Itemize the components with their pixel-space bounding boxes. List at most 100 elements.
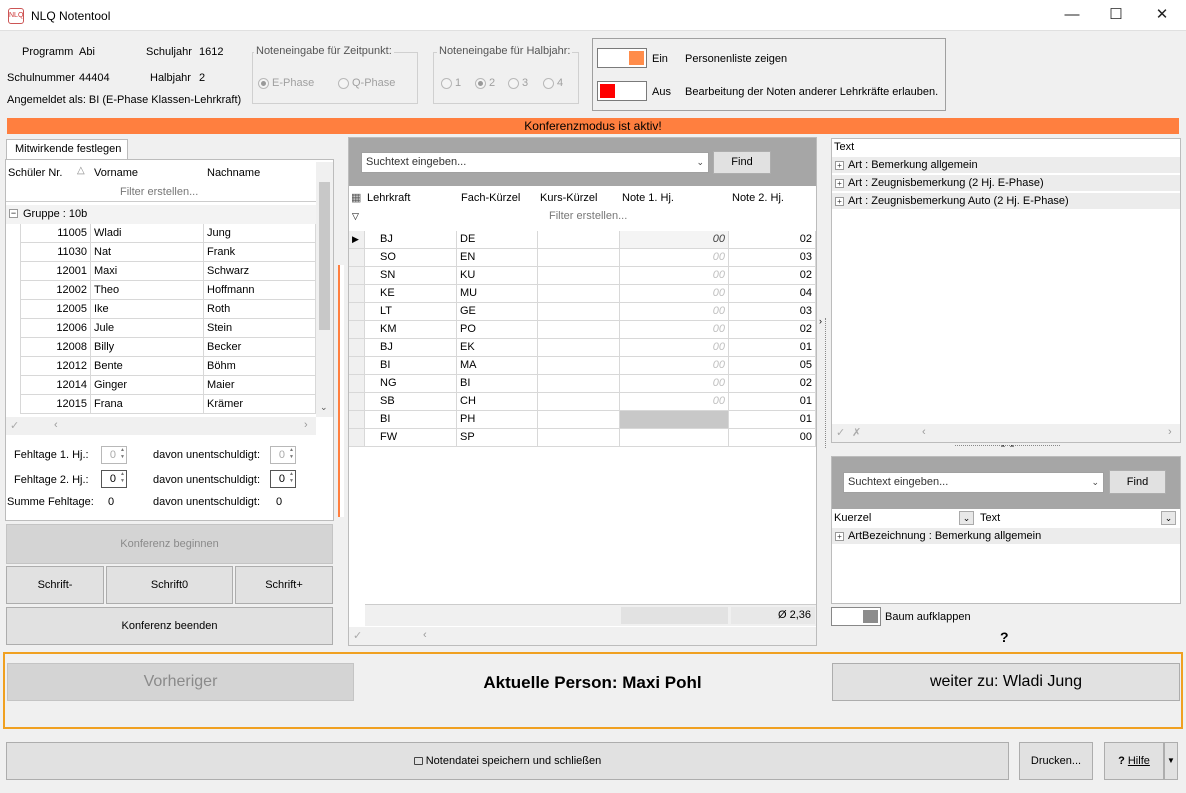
student-vorname-cell[interactable]: Ike	[91, 300, 204, 319]
student-vorname-cell[interactable]: Nat	[91, 243, 204, 262]
row-selector[interactable]	[349, 411, 365, 429]
grade-note2-cell[interactable]: 01	[729, 339, 816, 357]
fehltage1-input[interactable]: 0 ▲ ▼	[101, 446, 127, 464]
row-selector[interactable]	[349, 285, 365, 303]
expand-icon[interactable]: +	[835, 197, 844, 206]
grade-note1-cell[interactable]: 00	[620, 285, 729, 303]
schrift-plus-button[interactable]: Schrift+	[235, 566, 333, 604]
collapse-icon[interactable]: −	[9, 209, 18, 218]
bottom-tree-item[interactable]: + ArtBezeichnung : Bemerkung allgemein	[832, 528, 1180, 545]
row-selector[interactable]	[349, 393, 365, 411]
col-vorname[interactable]: Vorname	[94, 167, 138, 179]
grade-fach-cell[interactable]: EK	[457, 339, 538, 357]
tree-item[interactable]: + Art : Bemerkung allgemein	[832, 157, 1180, 174]
student-nachname-cell[interactable]: Krämer	[204, 395, 316, 414]
scroll-left-icon[interactable]: ‹	[922, 426, 926, 438]
grade-lehrkraft-cell[interactable]: BJ	[365, 339, 457, 357]
grade-lehrkraft-cell[interactable]: LT	[365, 303, 457, 321]
row-selector[interactable]	[349, 357, 365, 375]
grade-lehrkraft-cell[interactable]: NG	[365, 375, 457, 393]
grade-fach-cell[interactable]: MU	[457, 285, 538, 303]
grade-kurs-cell[interactable]	[538, 357, 620, 375]
baum-toggle[interactable]	[831, 607, 881, 626]
grade-note1-cell[interactable]: 00	[620, 249, 729, 267]
row-selector[interactable]	[349, 267, 365, 285]
grade-kurs-cell[interactable]	[538, 231, 620, 249]
grade-note2-cell[interactable]: 00	[729, 429, 816, 447]
grade-fach-cell[interactable]: EN	[457, 249, 538, 267]
student-nachname-cell[interactable]: Böhm	[204, 357, 316, 376]
expand-icon[interactable]: +	[835, 161, 844, 170]
student-vorname-cell[interactable]: Maxi	[91, 262, 204, 281]
grade-kurs-cell[interactable]	[538, 249, 620, 267]
student-nachname-cell[interactable]: Jung	[204, 224, 316, 243]
grade-note2-cell[interactable]: 02	[729, 321, 816, 339]
student-nachname-cell[interactable]: Schwarz	[204, 262, 316, 281]
right-search-input[interactable]: Suchtext eingeben... ⌄	[843, 472, 1104, 493]
student-nr-cell[interactable]: 11005	[20, 224, 91, 243]
grade-kurs-cell[interactable]	[538, 267, 620, 285]
col-fach[interactable]: Fach-Kürzel	[461, 192, 520, 204]
student-vorname-cell[interactable]: Billy	[91, 338, 204, 357]
hilfe-dropdown-button[interactable]: ▼	[1164, 742, 1178, 780]
grade-fach-cell[interactable]: BI	[457, 375, 538, 393]
col-lehrkraft[interactable]: Lehrkraft	[367, 192, 410, 204]
student-nachname-cell[interactable]: Maier	[204, 376, 316, 395]
grade-note1-cell[interactable]: 00	[620, 357, 729, 375]
fehltage2-input[interactable]: 0 ▲ ▼	[101, 470, 127, 488]
close-button[interactable]: ✕	[1140, 0, 1184, 31]
grade-lehrkraft-cell[interactable]: FW	[365, 429, 457, 447]
scroll-down-icon[interactable]: ⌄	[320, 402, 328, 413]
row-selector[interactable]	[349, 375, 365, 393]
fehltage2-unent-input[interactable]: 0 ▲ ▼	[270, 470, 296, 488]
grade-lehrkraft-cell[interactable]: SO	[365, 249, 457, 267]
radio-hj-2[interactable]	[475, 78, 486, 92]
left-vscroll-thumb[interactable]	[319, 182, 330, 330]
scroll-left-icon[interactable]: ‹	[423, 629, 427, 641]
left-hscroll[interactable]: ✓ ‹ ›	[6, 417, 316, 435]
grade-note2-cell[interactable]: 02	[729, 375, 816, 393]
drucken-button[interactable]: Drucken...	[1019, 742, 1093, 780]
grade-note1-cell[interactable]: 00	[620, 393, 729, 411]
filter-icon[interactable]: ▽	[352, 211, 359, 222]
row-selector-arrow-icon[interactable]: ▶	[349, 231, 365, 249]
konferenz-beenden-button[interactable]: Konferenz beenden	[6, 607, 333, 645]
group-row[interactable]: − Gruppe : 10b	[6, 205, 316, 224]
grade-fach-cell[interactable]: KU	[457, 267, 538, 285]
grade-fach-cell[interactable]: GE	[457, 303, 538, 321]
row-selector[interactable]	[349, 339, 365, 357]
left-vscroll[interactable]: ⌄	[316, 162, 333, 417]
expand-icon[interactable]: +	[835, 179, 844, 188]
grade-note2-cell[interactable]: 03	[729, 249, 816, 267]
minimize-button[interactable]: —	[1050, 0, 1094, 31]
student-nr-cell[interactable]: 12002	[20, 281, 91, 300]
grade-kurs-cell[interactable]	[538, 321, 620, 339]
personen-toggle[interactable]	[597, 48, 647, 68]
grade-note2-cell[interactable]: 02	[729, 267, 816, 285]
row-selector[interactable]	[349, 429, 365, 447]
student-vorname-cell[interactable]: Bente	[91, 357, 204, 376]
middle-search-input[interactable]: Suchtext eingeben... ⌄	[361, 152, 709, 173]
radio-ephase[interactable]	[258, 78, 269, 92]
grade-note2-cell[interactable]: 03	[729, 303, 816, 321]
student-vorname-cell[interactable]: Wladi	[91, 224, 204, 243]
student-nr-cell[interactable]: 12005	[20, 300, 91, 319]
grade-lehrkraft-cell[interactable]: BI	[365, 411, 457, 429]
student-nr-cell[interactable]: 12014	[20, 376, 91, 395]
grade-fach-cell[interactable]: MA	[457, 357, 538, 375]
grade-fach-cell[interactable]: PH	[457, 411, 538, 429]
scroll-right-icon[interactable]: ›	[1168, 426, 1172, 438]
scroll-right-icon[interactable]: ›	[304, 419, 308, 431]
kuerzel-dropdown-icon[interactable]: ⌄	[959, 511, 974, 525]
student-nachname-cell[interactable]: Becker	[204, 338, 316, 357]
radio-hj-3[interactable]	[508, 78, 519, 92]
student-nachname-cell[interactable]: Roth	[204, 300, 316, 319]
scroll-left-icon[interactable]: ‹	[54, 419, 58, 431]
grade-note2-cell[interactable]: 04	[729, 285, 816, 303]
middle-hscroll[interactable]: ✓ ‹	[349, 627, 816, 645]
col-note1[interactable]: Note 1. Hj.	[622, 192, 674, 204]
horizontal-splitter[interactable]: ⌃ ⌃	[955, 445, 1060, 453]
grade-fach-cell[interactable]: DE	[457, 231, 538, 249]
radio-hj-4[interactable]	[543, 78, 554, 92]
grade-note1-cell[interactable]: 00	[620, 339, 729, 357]
